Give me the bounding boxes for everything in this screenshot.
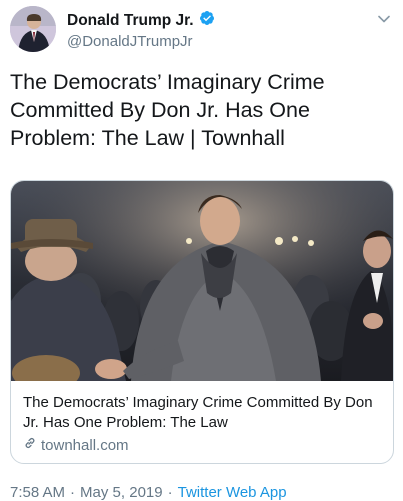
separator-dot: ·	[70, 484, 76, 501]
link-card[interactable]: The Democrats’ Imaginary Crime Committed…	[10, 180, 394, 464]
tweet-text: The Democrats’ Imaginary Crime Committed…	[10, 70, 325, 150]
tweet-date[interactable]: May 5, 2019	[80, 484, 163, 501]
avatar[interactable]	[10, 6, 56, 52]
card-image	[11, 181, 393, 381]
card-body: The Democrats’ Imaginary Crime Committed…	[23, 393, 383, 455]
link-icon	[23, 436, 37, 455]
tweet-meta: 7:58 AM · May 5, 2019 · Twitter Web App	[10, 484, 287, 501]
tweet-source-link[interactable]: Twitter Web App	[178, 484, 287, 501]
tweet-time[interactable]: 7:58 AM	[10, 484, 65, 501]
tweet-header: Donald Trump Jr. @DonaldJTrumpJr	[10, 6, 393, 54]
card-title: The Democrats’ Imaginary Crime Committed…	[23, 394, 373, 431]
verified-badge-icon	[199, 10, 215, 31]
card-domain-row: townhall.com	[23, 436, 383, 455]
separator-dot: ·	[167, 484, 173, 501]
card-domain: townhall.com	[41, 437, 129, 454]
author-handle[interactable]: @DonaldJTrumpJr	[67, 33, 215, 50]
author-display-name[interactable]: Donald Trump Jr.	[67, 12, 194, 30]
author-names: Donald Trump Jr. @DonaldJTrumpJr	[67, 10, 215, 50]
